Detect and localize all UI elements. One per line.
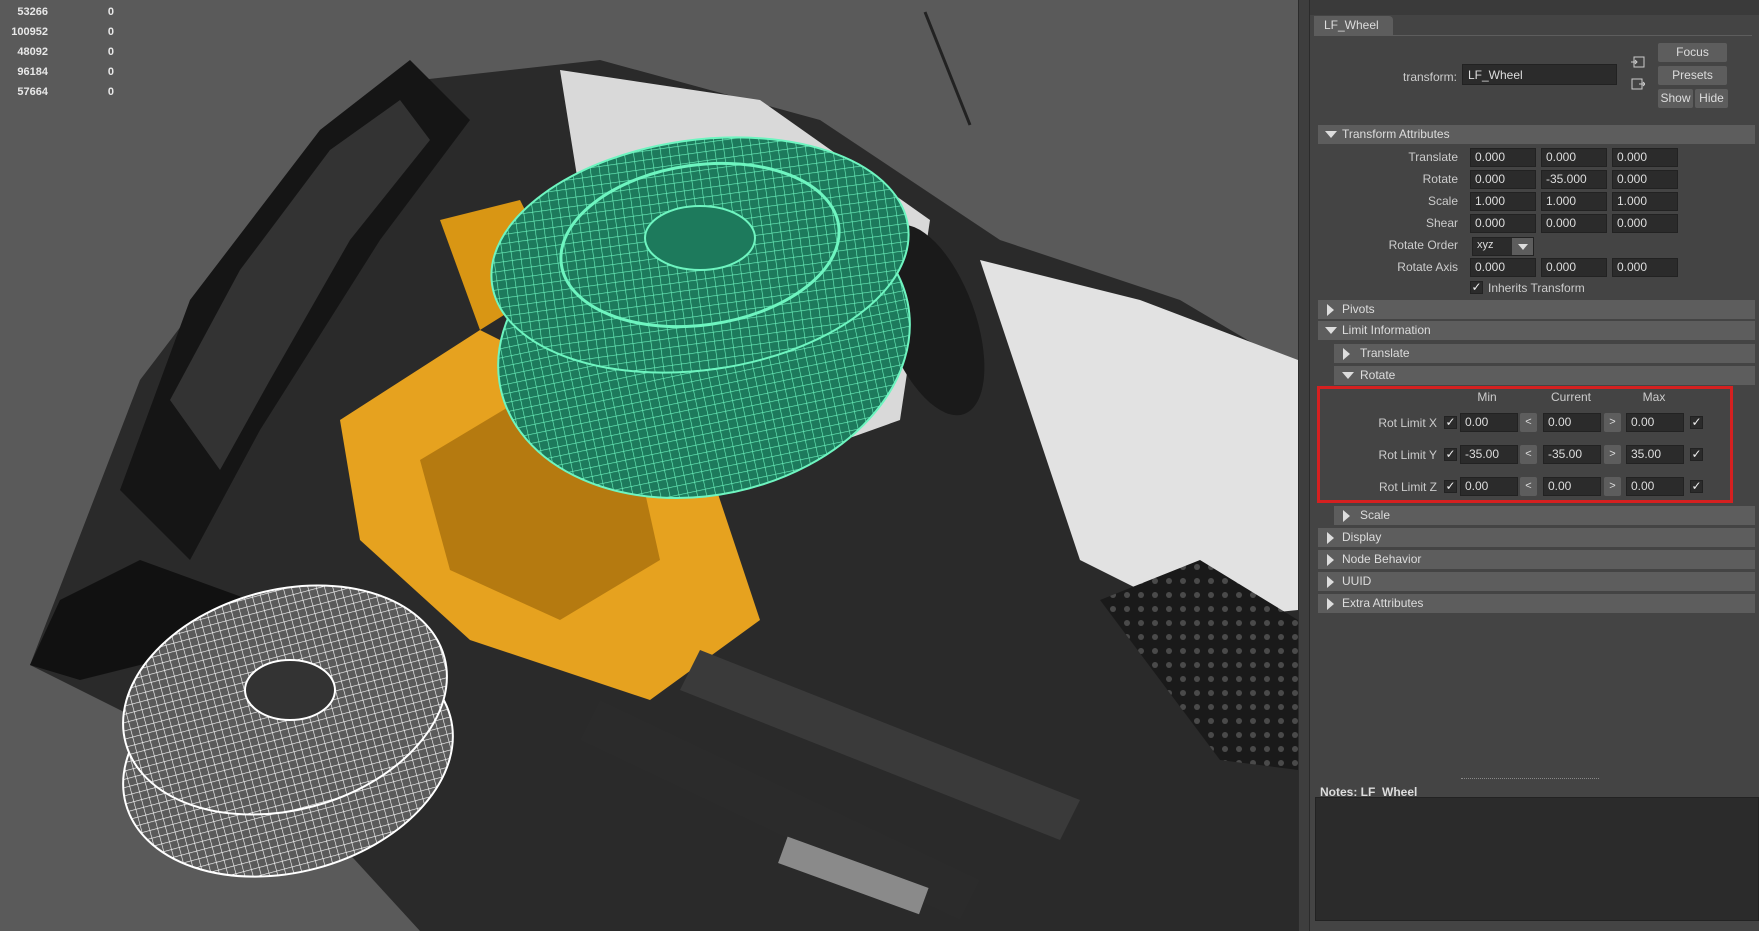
section-label: Rotate [1360, 368, 1396, 382]
top-strip [1310, 0, 1759, 15]
translate-label: Translate [1408, 150, 1458, 164]
scale-label: Scale [1427, 194, 1458, 208]
section-pivots[interactable]: Pivots [1318, 300, 1755, 319]
expand-arrow-icon [1343, 348, 1350, 360]
tab-lf-wheel[interactable]: LF_Wheel [1314, 16, 1393, 35]
collapse-arrow-icon [1325, 131, 1337, 138]
expand-arrow-icon [1327, 598, 1334, 610]
section-transform-attributes[interactable]: Transform Attributes [1318, 125, 1755, 144]
hud-value: 48092 [17, 46, 48, 58]
truck-scene [30, 11, 1298, 931]
selected-wheel-hub [644, 205, 756, 271]
section-label: Transform Attributes [1342, 127, 1450, 141]
rotate-order-label: Rotate Order [1388, 238, 1458, 252]
dropdown-arrow-icon [1512, 238, 1533, 255]
expand-arrow-icon [1327, 304, 1334, 316]
hud-stats: 53266 0 100952 0 48092 0 96184 0 57664 0 [4, 2, 114, 102]
hud-value: 0 [107, 6, 114, 18]
rotate-axis-x-field[interactable]: 0.000 [1470, 258, 1536, 277]
subsection-translate[interactable]: Translate [1334, 344, 1755, 363]
section-label: Node Behavior [1342, 552, 1422, 566]
inherits-transform-label: Inherits Transform [1488, 281, 1585, 295]
expand-arrow-icon [1327, 576, 1334, 588]
rotate-axis-z-field[interactable]: 0.000 [1612, 258, 1678, 277]
section-limit-information[interactable]: Limit Information [1318, 321, 1755, 340]
translate-z-field[interactable]: 0.000 [1612, 148, 1678, 167]
show-button[interactable]: Show [1658, 89, 1693, 108]
shear-z-field[interactable]: 0.000 [1612, 214, 1678, 233]
rotate-z-field[interactable]: 0.000 [1612, 170, 1678, 189]
translate-x-field[interactable]: 0.000 [1470, 148, 1536, 167]
expand-arrow-icon [1327, 532, 1334, 544]
presets-button[interactable]: Presets [1658, 66, 1727, 85]
wheel-wireframe-hub [244, 659, 336, 721]
scale-y-field[interactable]: 1.000 [1541, 192, 1607, 211]
scale-x-field[interactable]: 1.000 [1470, 192, 1536, 211]
notes-textarea[interactable] [1315, 797, 1759, 921]
section-label: Scale [1360, 508, 1391, 522]
transform-label: transform: [1403, 70, 1458, 84]
inherits-transform-checkbox[interactable] [1470, 281, 1483, 294]
shear-y-field[interactable]: 0.000 [1541, 214, 1607, 233]
hud-row: 96184 0 [4, 62, 114, 82]
rotate-axis-label: Rotate Axis [1397, 260, 1458, 274]
translate-y-field[interactable]: 0.000 [1541, 148, 1607, 167]
transform-name-field[interactable]: LF_Wheel [1462, 64, 1617, 85]
section-label: Limit Information [1342, 323, 1431, 337]
hud-value: 0 [107, 66, 114, 78]
rotate-x-field[interactable]: 0.000 [1470, 170, 1536, 189]
hud-value: 0 [107, 26, 114, 38]
hud-value: 100952 [11, 26, 48, 38]
section-label: Translate [1360, 346, 1410, 360]
section-node-behavior[interactable]: Node Behavior [1318, 550, 1755, 569]
shear-label: Shear [1425, 216, 1458, 230]
hud-value: 53266 [17, 6, 48, 18]
attribute-editor: LF_Wheel transform: LF_Wheel Focus Prese… [1310, 0, 1759, 931]
subsection-rotate[interactable]: Rotate [1334, 366, 1755, 385]
hud-row: 57664 0 [4, 82, 114, 102]
expand-arrow-icon [1343, 510, 1350, 522]
hud-value: 0 [107, 86, 114, 98]
hud-value: 57664 [17, 86, 48, 98]
hide-button[interactable]: Hide [1695, 89, 1728, 108]
output-connection-icon[interactable] [1631, 78, 1645, 90]
rotate-order-dropdown[interactable]: xyz [1472, 237, 1534, 256]
hud-value: 96184 [17, 66, 48, 78]
shear-x-field[interactable]: 0.000 [1470, 214, 1536, 233]
section-label: Display [1342, 530, 1382, 544]
section-label: UUID [1342, 574, 1372, 588]
notes-resize-handle[interactable] [1461, 778, 1599, 779]
hud-row: 48092 0 [4, 42, 114, 62]
subsection-scale[interactable]: Scale [1334, 506, 1755, 525]
antenna-shape [923, 11, 972, 126]
hud-row: 53266 0 [4, 2, 114, 22]
collapse-arrow-icon [1342, 372, 1354, 379]
rotate-order-value: xyz [1477, 239, 1494, 251]
expand-arrow-icon [1327, 554, 1334, 566]
section-label: Pivots [1342, 302, 1375, 316]
section-display[interactable]: Display [1318, 528, 1755, 547]
input-connection-icon[interactable] [1631, 56, 1645, 68]
rotate-axis-y-field[interactable]: 0.000 [1541, 258, 1607, 277]
3d-viewport[interactable]: 53266 0 100952 0 48092 0 96184 0 57664 0 [0, 0, 1298, 931]
focus-button[interactable]: Focus [1658, 43, 1727, 62]
section-extra-attributes[interactable]: Extra Attributes [1318, 594, 1755, 613]
panel-divider[interactable] [1298, 0, 1310, 931]
rotate-label: Rotate [1422, 172, 1458, 186]
section-label: Extra Attributes [1342, 596, 1424, 610]
hud-row: 100952 0 [4, 22, 114, 42]
section-uuid[interactable]: UUID [1318, 572, 1755, 591]
tab-underline [1314, 35, 1752, 36]
collapse-arrow-icon [1325, 327, 1337, 334]
rotate-y-field[interactable]: -35.000 [1541, 170, 1607, 189]
highlight-box [1317, 386, 1733, 503]
scale-z-field[interactable]: 1.000 [1612, 192, 1678, 211]
hud-value: 0 [107, 46, 114, 58]
